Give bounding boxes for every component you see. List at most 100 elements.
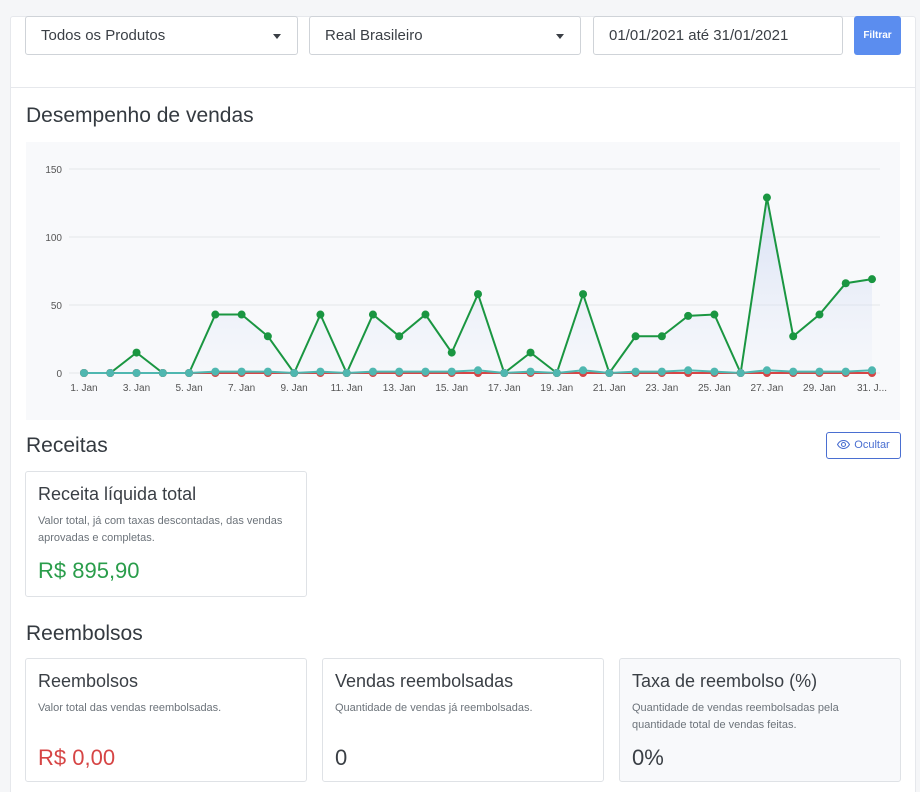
refund-rate-card: Taxa de reembolso (%) Quantidade de vend… (619, 658, 901, 782)
data-point (80, 369, 88, 377)
date-range-input[interactable]: 01/01/2021 até 31/01/2021 (593, 16, 843, 55)
card-description: Quantidade de vendas reembolsadas pela q… (632, 702, 839, 731)
data-point (500, 369, 509, 377)
x-tick-label: 31. J... (857, 383, 887, 394)
data-point (841, 367, 850, 376)
data-point (579, 366, 588, 375)
data-point (106, 369, 115, 377)
card-description: Quantidade de vendas já reembolsadas. (335, 702, 533, 714)
net-revenue-card: Receita líquida total Valor total, já co… (25, 471, 307, 597)
data-point (631, 332, 640, 341)
sales-performance-title: Desempenho de vendas (26, 104, 254, 127)
data-point (316, 367, 325, 376)
refunded-sales-value: 0 (335, 745, 348, 770)
data-point (421, 310, 430, 319)
x-tick-label: 19. Jan (540, 383, 573, 394)
data-point (290, 369, 299, 377)
refunds-value: R$ 0,00 (38, 745, 116, 770)
data-point (263, 332, 272, 341)
hide-button-label: Ocultar (854, 439, 890, 451)
data-point (342, 369, 351, 377)
refunded-sales-card: Vendas reembolsadas Quantidade de vendas… (322, 658, 604, 782)
data-point (474, 366, 482, 375)
data-point (815, 367, 824, 376)
x-tick-label: 29. Jan (803, 383, 836, 394)
data-point (605, 369, 614, 377)
eye-icon (837, 439, 851, 449)
x-tick-label: 25. Jan (698, 383, 731, 394)
x-tick-label: 7. Jan (228, 383, 255, 394)
card-title: Vendas reembolsadas (335, 671, 514, 691)
data-point (447, 348, 456, 357)
data-point (421, 367, 430, 376)
hide-revenue-button[interactable]: Ocultar (826, 432, 901, 459)
data-point (579, 290, 588, 299)
x-tick-label: 15. Jan (435, 383, 468, 394)
y-tick-label: 50 (51, 301, 63, 312)
data-point (158, 369, 167, 377)
x-tick-label: 17. Jan (488, 383, 521, 394)
data-point (185, 369, 194, 377)
caret-down-icon (273, 34, 281, 39)
data-point (395, 367, 404, 376)
data-point (368, 367, 377, 376)
sales-chart: 0 50 100 150 1. Jan 3. Jan 5. Jan 7. Jan 9. Jan 1… (26, 142, 900, 420)
y-tick-label: 100 (45, 233, 62, 244)
x-tick-label: 13. Jan (383, 383, 416, 394)
data-point (762, 193, 771, 202)
refund-rate-value: 0% (632, 745, 664, 770)
data-point (552, 369, 561, 377)
data-point (815, 310, 824, 319)
x-tick-label: 21. Jan (593, 383, 626, 394)
data-point (762, 366, 771, 375)
y-tick-label: 150 (45, 165, 62, 176)
revenue-title: Receitas (26, 434, 108, 457)
x-tick-label: 9. Jan (281, 383, 308, 394)
data-point (657, 332, 666, 341)
data-point (631, 367, 640, 376)
data-point (789, 332, 798, 341)
data-point (237, 367, 246, 376)
data-point (710, 310, 719, 319)
refunds-title: Reembolsos (26, 622, 143, 645)
data-point (474, 290, 482, 299)
card-title: Reembolsos (38, 671, 139, 691)
y-tick-label: 0 (56, 369, 62, 380)
x-tick-label: 5. Jan (175, 383, 202, 394)
data-point (237, 310, 246, 319)
data-point (263, 367, 272, 376)
data-point (211, 310, 220, 319)
data-point (132, 348, 141, 357)
data-point (211, 367, 220, 376)
data-point (868, 275, 876, 284)
card-title: Taxa de reembolso (%) (632, 671, 818, 691)
data-point (710, 367, 719, 376)
data-point (789, 367, 798, 376)
x-tick-label: 23. Jan (645, 383, 678, 394)
data-point (841, 279, 850, 288)
sales-line-chart: 0 50 100 150 1. Jan 3. Jan 5. Jan 7. Jan 9. Jan 1… (45, 165, 887, 394)
data-point (316, 310, 325, 319)
card-description: Valor total, já com taxas descontadas, d… (38, 515, 283, 544)
x-tick-label: 1. Jan (70, 383, 97, 394)
data-point (132, 369, 141, 377)
x-tick-label: 3. Jan (123, 383, 150, 394)
caret-down-icon (556, 34, 564, 39)
data-point (684, 366, 693, 375)
data-point (526, 367, 535, 376)
data-point (368, 310, 377, 319)
filter-button[interactable]: Filtrar (854, 16, 901, 55)
data-point (684, 311, 693, 320)
product-select-value: Todos os Produtos (41, 27, 166, 44)
data-point (395, 332, 404, 341)
data-point (868, 366, 876, 375)
data-point (736, 369, 745, 377)
currency-select[interactable]: Real Brasileiro (309, 16, 581, 55)
x-tick-label: 11. Jan (331, 383, 363, 394)
x-tick-label: 27. Jan (751, 383, 784, 394)
net-revenue-value: R$ 895,90 (38, 558, 140, 583)
product-select[interactable]: Todos os Produtos (25, 16, 298, 55)
currency-select-value: Real Brasileiro (325, 27, 423, 44)
data-point (447, 367, 456, 376)
data-point (526, 348, 535, 357)
